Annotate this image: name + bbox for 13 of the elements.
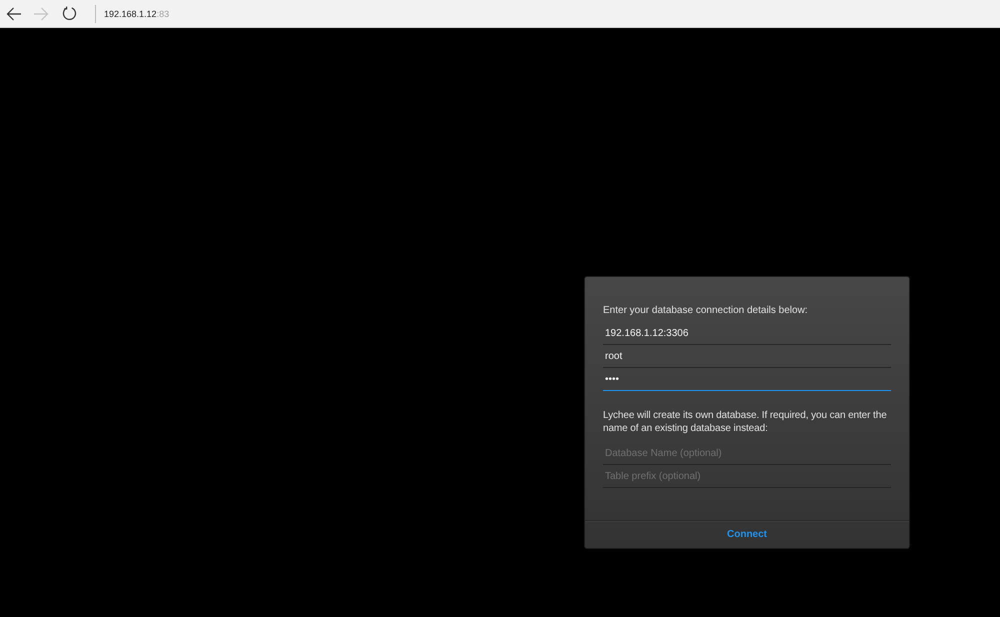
connect-button[interactable]: Connect (585, 522, 909, 548)
reload-button[interactable] (60, 4, 78, 22)
input-field[interactable]: 192.168.1.12:3306 (603, 322, 891, 345)
input-field[interactable]: root (603, 345, 891, 368)
reload-icon (62, 6, 76, 21)
address-bar-url[interactable]: 192.168.1.12:83 (104, 8, 170, 20)
intro-text: Enter your database connection details below: (603, 304, 809, 317)
back-arrow-icon (6, 6, 22, 20)
input-field[interactable]: •••• (603, 368, 891, 391)
info-text: Lychee will create its own database. If required, you can enter the name of an existing database instead: (603, 410, 888, 435)
back-button[interactable] (5, 4, 23, 22)
forward-arrow-icon (33, 6, 49, 20)
input-field[interactable]: Table prefix (optional) (603, 465, 891, 488)
